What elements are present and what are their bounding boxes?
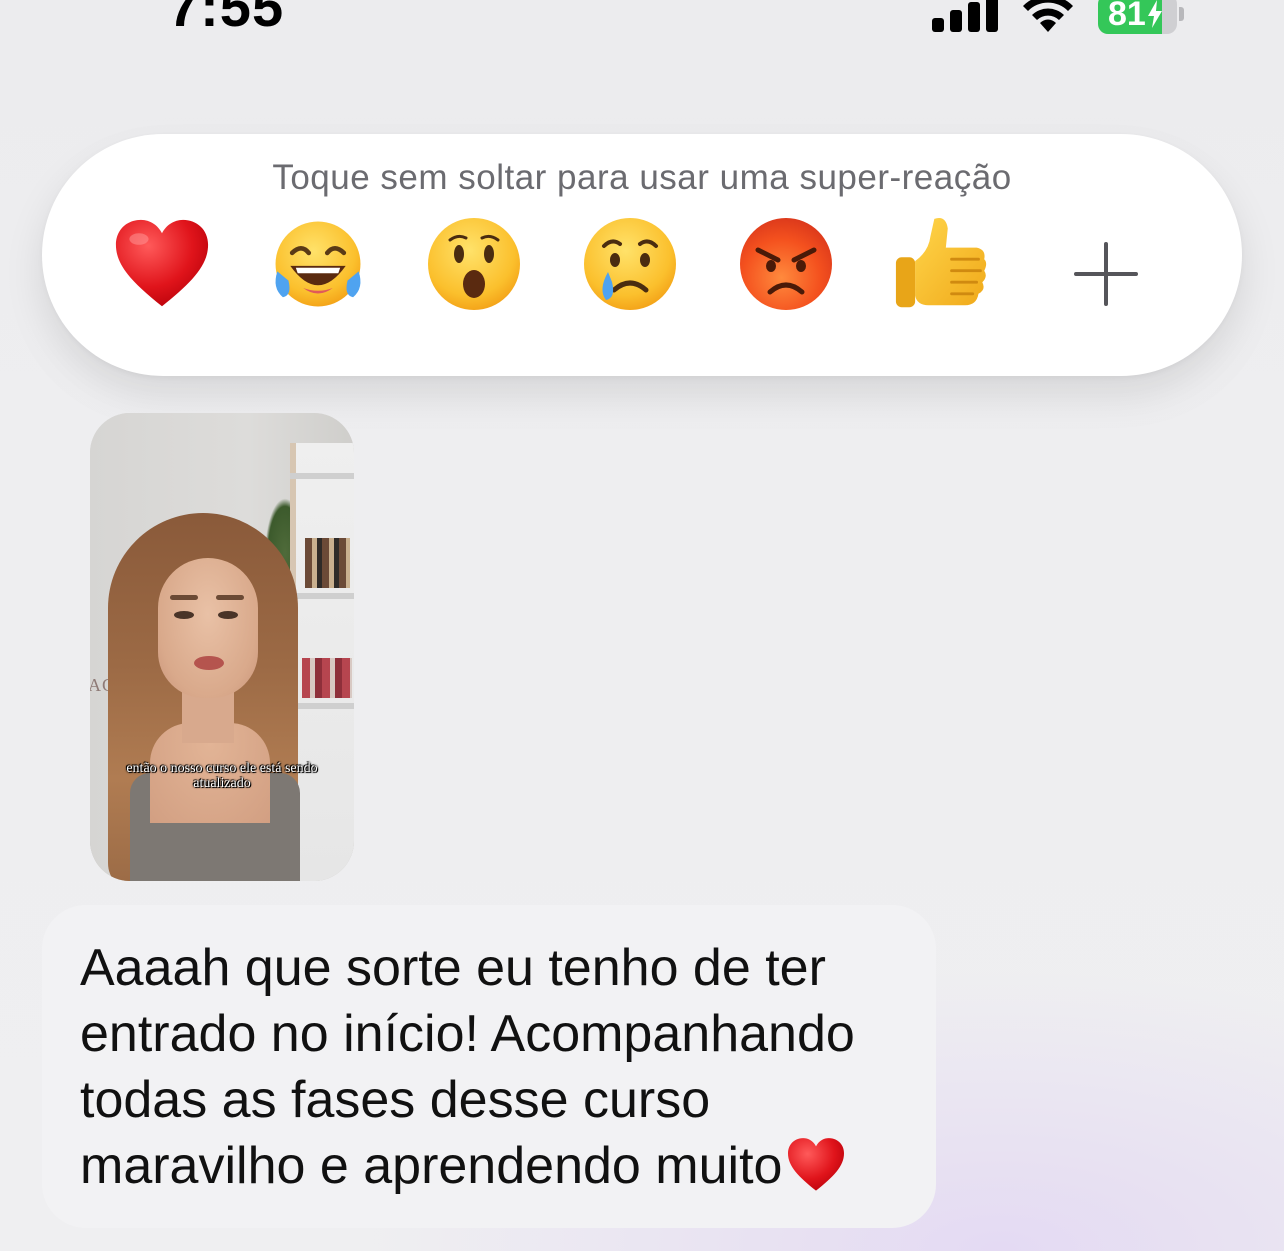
laugh-reaction-button[interactable] bbox=[270, 216, 366, 312]
red-heart-icon bbox=[115, 219, 209, 307]
angry-reaction-button[interactable] bbox=[738, 216, 834, 312]
reaction-panel: Toque sem soltar para usar uma super-rea… bbox=[42, 134, 1242, 376]
sad-reaction-button[interactable] bbox=[582, 216, 678, 312]
angry-face-icon bbox=[740, 218, 832, 310]
shelf-board bbox=[290, 473, 354, 479]
charging-bolt-icon bbox=[1147, 0, 1162, 28]
face-with-tears-of-joy-icon bbox=[275, 221, 361, 307]
shelf-board bbox=[290, 593, 354, 599]
plus-icon bbox=[1074, 242, 1138, 306]
person-face bbox=[158, 558, 258, 698]
cellular-signal-icon bbox=[932, 0, 998, 32]
person-lips bbox=[194, 656, 224, 670]
video-caption: então o nosso curso ele está sendo atual… bbox=[90, 761, 354, 791]
message-body: Aaaah que sorte eu tenho de ter entrado … bbox=[80, 939, 855, 1195]
battery-cap bbox=[1179, 7, 1184, 21]
red-heart-icon bbox=[788, 1138, 845, 1191]
face-with-open-mouth-icon bbox=[428, 218, 520, 310]
person-eye bbox=[218, 611, 238, 619]
video-caption-line: atualizado bbox=[193, 776, 251, 791]
shelf-board bbox=[290, 703, 354, 709]
wifi-icon bbox=[1020, 0, 1076, 34]
person-brow bbox=[170, 595, 198, 600]
video-caption-line: então o nosso curso ele está sendo bbox=[126, 761, 318, 776]
message-bubble[interactable]: Aaaah que sorte eu tenho de ter entrado … bbox=[42, 905, 936, 1228]
thumbs-up-icon bbox=[895, 218, 987, 308]
books bbox=[302, 658, 352, 698]
heart-reaction-button[interactable] bbox=[114, 216, 210, 312]
person-brow bbox=[216, 595, 244, 600]
battery-level-text: 81 bbox=[1108, 0, 1146, 33]
crying-face-icon bbox=[584, 218, 676, 310]
like-reaction-button[interactable] bbox=[894, 216, 990, 312]
message-text: Aaaah que sorte eu tenho de ter entrado … bbox=[80, 935, 930, 1199]
status-indicators: 81 bbox=[932, 0, 1184, 34]
reaction-hint: Toque sem soltar para usar uma super-rea… bbox=[272, 158, 1012, 197]
person-eye bbox=[174, 611, 194, 619]
books bbox=[305, 538, 350, 588]
reaction-row bbox=[114, 216, 990, 312]
battery-level: 81 bbox=[1098, 0, 1178, 34]
status-time: 7:55 bbox=[168, 0, 285, 38]
more-reactions-button[interactable] bbox=[1074, 242, 1138, 306]
wow-reaction-button[interactable] bbox=[426, 216, 522, 312]
battery-indicator: 81 bbox=[1098, 0, 1184, 34]
video-message-thumbnail[interactable]: AGRA então o nosso curso ele está sendo … bbox=[90, 413, 354, 881]
